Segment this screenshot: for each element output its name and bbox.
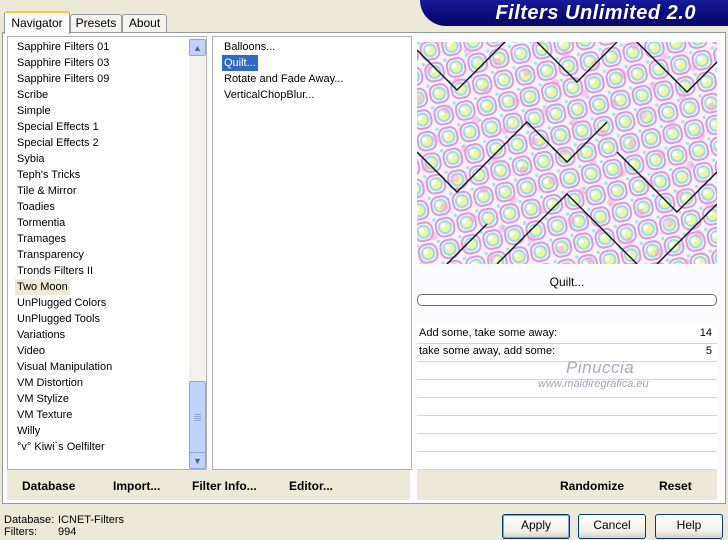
category-item[interactable]: VM Stylize: [15, 391, 71, 407]
tab-navigator[interactable]: Navigator: [4, 11, 70, 34]
category-item[interactable]: UnPlugged Tools: [15, 311, 102, 327]
progress-bar: [417, 294, 717, 306]
scroll-thumb[interactable]: [189, 381, 206, 455]
category-item[interactable]: Variations: [15, 327, 67, 343]
list-action-bar: Database Import... Filter Info... Editor…: [7, 470, 410, 500]
category-item[interactable]: Two Moon: [15, 279, 70, 295]
filter-info-button[interactable]: Filter Info...: [192, 479, 257, 493]
category-item[interactable]: Special Effects 1: [15, 119, 101, 135]
category-item[interactable]: Simple: [15, 103, 53, 119]
apply-button[interactable]: Apply: [502, 514, 570, 539]
randomize-button[interactable]: Randomize: [560, 479, 624, 493]
category-item[interactable]: Sapphire Filters 01: [15, 39, 111, 55]
filter-name-label: Quilt...: [549, 275, 585, 289]
cancel-button[interactable]: Cancel: [578, 514, 646, 539]
parameter-row-empty: [417, 398, 717, 416]
editor-button[interactable]: Editor...: [289, 479, 333, 493]
category-item[interactable]: Teph's Tricks: [15, 167, 82, 183]
parameter-value: 14: [699, 327, 712, 339]
parameter-row-empty: [417, 452, 717, 470]
parameter-row-empty: [417, 434, 717, 452]
status-filters-value: 994: [58, 526, 77, 538]
status-database: Database: ICNET-Filters: [4, 514, 124, 526]
status-database-label: Database:: [4, 514, 55, 526]
category-item[interactable]: Scribe: [15, 87, 50, 103]
tab-presets[interactable]: Presets: [70, 14, 122, 32]
watermark-url: www.maidiregrafica.eu: [538, 378, 649, 390]
category-item[interactable]: °v° Kiwi`s Oelfilter: [15, 439, 107, 455]
category-item[interactable]: Tile & Mirror: [15, 183, 78, 199]
category-item[interactable]: Sapphire Filters 09: [15, 71, 111, 87]
status-database-value: ICNET-Filters: [58, 514, 124, 526]
filter-item[interactable]: Rotate and Fade Away...: [222, 71, 345, 87]
category-list[interactable]: Sapphire Filters 01 Sapphire Filters 03 Sa…: [7, 36, 207, 470]
title-banner: Filters Unlimited 2.0: [420, 0, 728, 26]
parameter-row-empty: [417, 416, 717, 434]
quilt-preview-pattern: [417, 42, 717, 264]
reset-button[interactable]: Reset: [659, 479, 692, 493]
category-item[interactable]: VM Distortion: [15, 375, 85, 391]
filter-item[interactable]: Balloons...: [222, 39, 277, 55]
parameter-label: take some away, add some:: [419, 345, 556, 357]
filter-item[interactable]: Quilt...: [222, 55, 258, 71]
parameter-label: Add some, take some away:: [419, 327, 558, 339]
category-item[interactable]: Transparency: [15, 247, 86, 263]
parameter-value: 5: [705, 345, 712, 357]
category-item[interactable]: UnPlugged Colors: [15, 295, 108, 311]
category-item[interactable]: Sybia: [15, 151, 47, 167]
category-item[interactable]: Willy: [15, 423, 42, 439]
status-filters: Filters: 994: [4, 526, 76, 538]
scroll-down-icon[interactable]: ▼: [189, 452, 206, 469]
category-item[interactable]: Tronds Filters II: [15, 263, 95, 279]
category-item[interactable]: VM Texture: [15, 407, 74, 423]
banner-title: Filters Unlimited 2.0: [495, 2, 696, 24]
preview-image: [417, 42, 717, 264]
tab-about[interactable]: About: [122, 14, 167, 32]
parameter-row[interactable]: Add some, take some away: 14: [417, 326, 717, 344]
filter-list[interactable]: Balloons... Quilt... Rotate and Fade Away.…: [212, 36, 412, 470]
parameter-panel: Add some, take some away: 14 take some a…: [417, 326, 717, 470]
preview-action-bar: Randomize Reset: [417, 470, 717, 500]
status-filters-label: Filters:: [4, 526, 37, 538]
database-button[interactable]: Database: [22, 479, 75, 493]
category-item[interactable]: Tormentia: [15, 215, 67, 231]
filter-item[interactable]: VerticalChopBlur...: [222, 87, 317, 103]
category-item[interactable]: Toadies: [15, 199, 57, 215]
category-item[interactable]: Sapphire Filters 03: [15, 55, 111, 71]
help-button[interactable]: Help: [655, 514, 723, 539]
scroll-up-icon[interactable]: ▲: [189, 39, 206, 56]
watermark-name: Pinuccia: [566, 358, 635, 377]
category-item[interactable]: Special Effects 2: [15, 135, 101, 151]
category-item[interactable]: Video: [15, 343, 47, 359]
import-button[interactable]: Import...: [113, 479, 160, 493]
category-item[interactable]: Tramages: [15, 231, 68, 247]
category-item[interactable]: Visual Manipulation: [15, 359, 114, 375]
category-scrollbar[interactable]: ▲ ▼: [189, 38, 206, 469]
